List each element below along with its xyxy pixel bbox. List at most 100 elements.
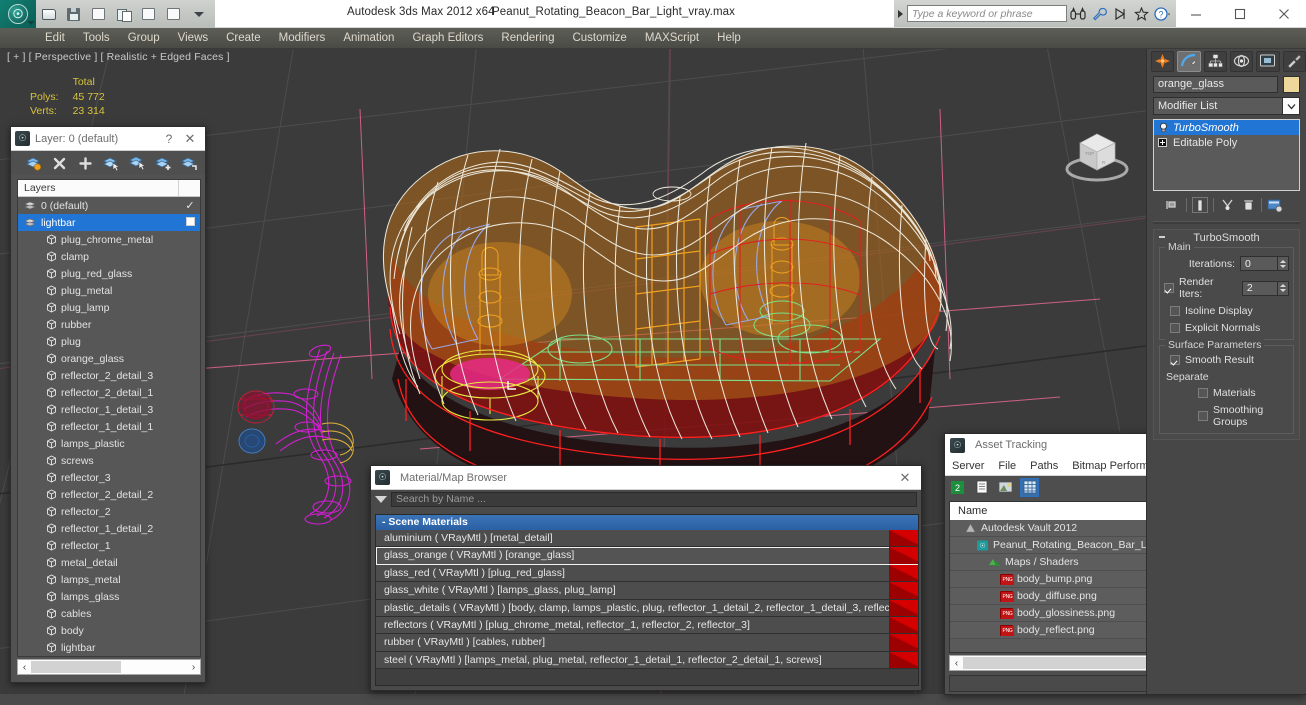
material-preview-swatch[interactable] — [888, 547, 918, 564]
material-preview-swatch[interactable] — [888, 616, 918, 634]
render-iters-spinner[interactable] — [1278, 280, 1289, 296]
isoline-display-checkbox[interactable] — [1170, 306, 1180, 316]
layer-row[interactable]: reflector_3 — [18, 469, 200, 486]
layer-row[interactable]: reflector_1_detail_3 — [18, 401, 200, 418]
wrench-icon[interactable] — [1089, 4, 1109, 23]
layer-row[interactable]: screws — [18, 452, 200, 469]
material-item[interactable]: reflectors ( VRayMtl ) [plug_chrome_meta… — [376, 616, 918, 635]
layer-row[interactable]: plug_red_glass — [18, 265, 200, 282]
scroll-left-icon[interactable]: ‹ — [950, 658, 963, 669]
close-button[interactable]: ✕ — [893, 470, 917, 486]
help-question-icon[interactable]: ? — [1152, 4, 1172, 23]
materials-checkbox[interactable] — [1198, 388, 1208, 398]
hscroll-thumb[interactable] — [31, 661, 121, 673]
render-iters-input[interactable]: 2 — [1241, 280, 1279, 296]
pin-stack-icon[interactable] — [1165, 197, 1181, 213]
menu-item-create[interactable]: Create — [217, 28, 270, 49]
layer-visible-check[interactable]: ✓ — [180, 199, 200, 212]
select-highlighted-objects-icon[interactable] — [129, 155, 146, 172]
object-color-swatch[interactable] — [1283, 76, 1300, 93]
menu-item-edit[interactable]: Edit — [36, 28, 74, 49]
layer-list[interactable]: Layers 0 (default) ✓ lightbar plug_chrome_m… — [17, 179, 201, 657]
render-iters-checkbox[interactable] — [1164, 283, 1174, 293]
menu-item-customize[interactable]: Customize — [563, 28, 635, 49]
select-objects-in-layer-icon[interactable] — [103, 155, 120, 172]
layer-row[interactable]: reflector_2_detail_2 — [18, 486, 200, 503]
viewcube[interactable]: TOPR — [1058, 117, 1136, 187]
menu-item-tools[interactable]: Tools — [74, 28, 119, 49]
layer-row[interactable]: lightbar — [18, 214, 200, 231]
delete-layer-icon[interactable] — [51, 155, 68, 172]
layer-list-hscrollbar[interactable]: ‹ › — [17, 659, 201, 675]
set-current-layer-icon[interactable] — [181, 155, 198, 172]
chevron-down-icon[interactable] — [1282, 98, 1299, 114]
application-menu-button[interactable]: ☉ — [0, 0, 36, 28]
close-button[interactable] — [1262, 0, 1306, 27]
remove-modifier-icon[interactable] — [1240, 197, 1256, 213]
menu-item-graph-editors[interactable]: Graph Editors — [403, 28, 492, 49]
utilities-tab-icon[interactable] — [1282, 50, 1306, 72]
material-item[interactable]: glass_orange ( VRayMtl ) [orange_glass] — [376, 547, 918, 565]
layer-row[interactable]: metal_detail — [18, 554, 200, 571]
menu-item-rendering[interactable]: Rendering — [492, 28, 563, 49]
column-header-name[interactable]: Name — [950, 502, 1165, 520]
material-item[interactable]: steel ( VRayMtl ) [lamps_metal, plug_met… — [376, 651, 918, 670]
modifier-stack[interactable]: TurboSmooth Editable Poly — [1153, 119, 1300, 191]
help-button[interactable]: ? — [159, 132, 179, 146]
smoothing-groups-checkbox[interactable] — [1198, 411, 1208, 421]
blank-button-2[interactable] — [163, 4, 184, 25]
make-unique-icon[interactable] — [1219, 197, 1235, 213]
material-item[interactable]: glass_red ( VRayMtl ) [plug_red_glass] — [376, 564, 918, 583]
show-end-result-icon[interactable] — [1192, 197, 1208, 213]
layer-row[interactable]: reflector_1_detail_2 — [18, 520, 200, 537]
maximize-button[interactable] — [1218, 0, 1262, 27]
material-preview-swatch[interactable] — [888, 634, 918, 651]
menu-item-animation[interactable]: Animation — [334, 28, 403, 49]
menu-item-paths[interactable]: Paths — [1023, 460, 1065, 472]
hscroll-track[interactable] — [31, 661, 187, 673]
material-preview-swatch[interactable] — [888, 530, 918, 547]
plus-box-icon[interactable] — [1158, 138, 1167, 147]
layer-row[interactable]: cables — [18, 605, 200, 622]
material-item[interactable]: plastic_details ( VRayMtl ) [body, clamp… — [376, 599, 918, 617]
layer-row[interactable]: body — [18, 622, 200, 639]
binoculars-icon[interactable] — [1068, 4, 1088, 23]
menu-item-views[interactable]: Views — [169, 28, 217, 49]
modifier-stack-item-editable-poly[interactable]: Editable Poly — [1154, 135, 1299, 150]
blank-button-1[interactable] — [138, 4, 159, 25]
add-selected-objects-icon[interactable] — [155, 155, 172, 172]
layer-row[interactable]: reflector_2 — [18, 503, 200, 520]
layer-row[interactable]: 0 (default) ✓ — [18, 197, 200, 214]
viewport-label[interactable]: [ + ] [ Perspective ] [ Realistic + Edge… — [7, 51, 230, 63]
explicit-normals-checkbox[interactable] — [1170, 323, 1180, 333]
material-list[interactable]: - Scene Materials aluminium ( VRayMtl ) … — [376, 515, 918, 685]
layer-row[interactable]: reflector_2_detail_3 — [18, 367, 200, 384]
material-preview-swatch[interactable] — [888, 599, 918, 616]
layer-row[interactable]: reflector_2_detail_1 — [18, 384, 200, 401]
material-preview-swatch[interactable] — [888, 564, 918, 582]
layer-row[interactable]: plug_metal — [18, 282, 200, 299]
refresh-icon[interactable]: 2 — [949, 479, 966, 496]
scene-materials-group-header[interactable]: - Scene Materials — [376, 515, 918, 530]
layer-row[interactable]: plug_chrome_metal — [18, 231, 200, 248]
scroll-left-icon[interactable]: ‹ — [18, 662, 31, 673]
modifier-stack-item-turbosmooth[interactable]: TurboSmooth — [1154, 120, 1299, 135]
redo-button[interactable] — [113, 4, 134, 25]
layer-row[interactable]: clamp — [18, 248, 200, 265]
material-preview-swatch[interactable] — [888, 582, 918, 599]
close-button[interactable]: ✕ — [179, 131, 201, 147]
create-tab-icon[interactable] — [1151, 50, 1175, 72]
display-tab-icon[interactable] — [1256, 50, 1280, 72]
menu-item-modifiers[interactable]: Modifiers — [270, 28, 335, 49]
lightbulb-icon[interactable] — [1158, 122, 1169, 133]
scroll-right-icon[interactable]: › — [187, 662, 200, 673]
layer-row[interactable]: reflector_1 — [18, 537, 200, 554]
search-options-icon[interactable] — [375, 495, 387, 503]
minimize-button[interactable] — [1174, 0, 1218, 27]
object-name-input[interactable]: orange_glass — [1153, 76, 1278, 93]
layer-row[interactable]: plug_lamp — [18, 299, 200, 316]
smooth-result-checkbox[interactable] — [1170, 355, 1180, 365]
grid-view-icon[interactable] — [1020, 477, 1039, 497]
configure-modifier-sets-icon[interactable] — [1267, 197, 1283, 213]
undo-button[interactable] — [88, 4, 109, 25]
